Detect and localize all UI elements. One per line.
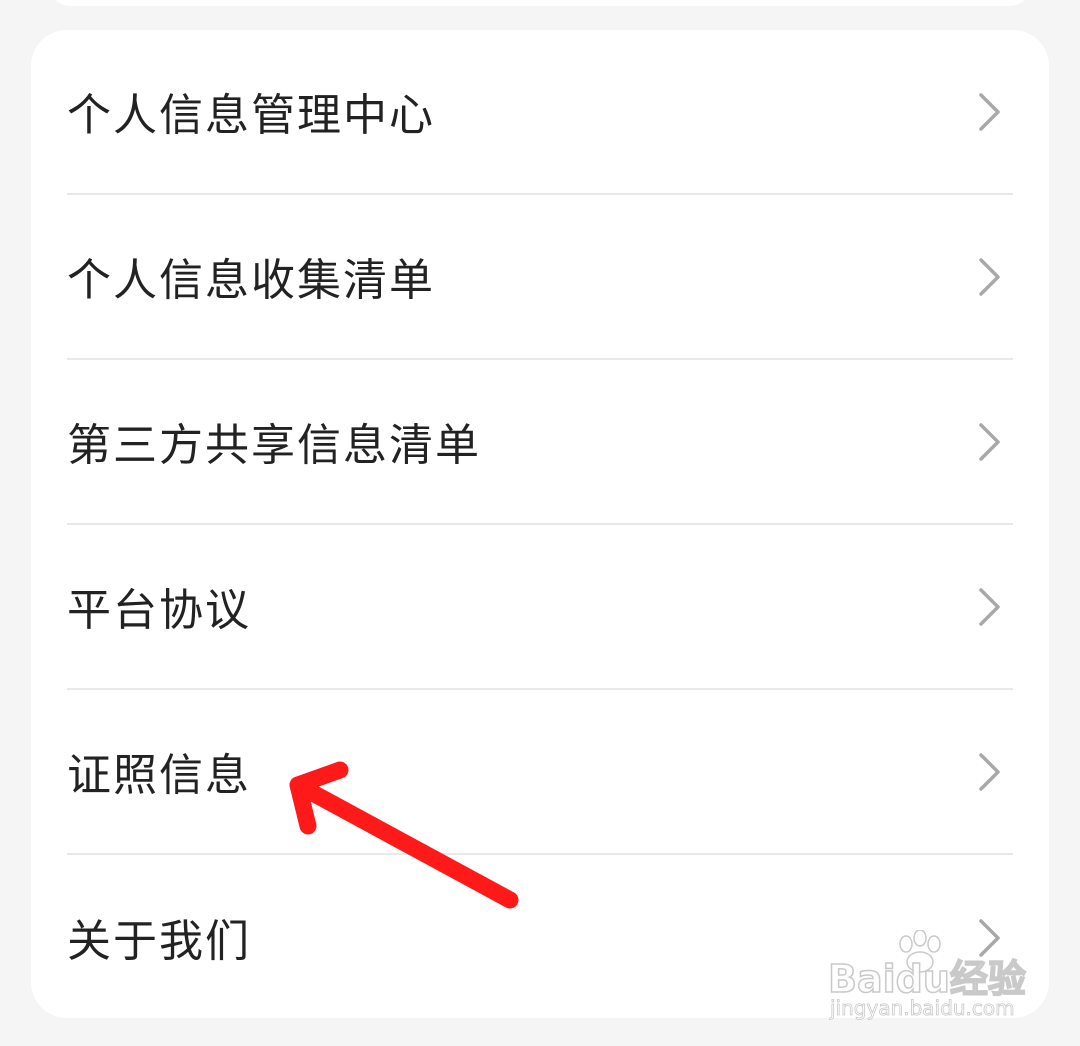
menu-item-about-us[interactable]: 关于我们	[67, 855, 1013, 1020]
menu-item-personal-info-collection-list[interactable]: 个人信息收集清单	[67, 195, 1013, 360]
menu-item-license-info[interactable]: 证照信息	[67, 690, 1013, 855]
previous-section-card	[47, 0, 1033, 6]
menu-item-personal-info-center[interactable]: 个人信息管理中心	[67, 30, 1013, 195]
menu-item-label: 平台协议	[67, 584, 251, 636]
settings-menu-card: 个人信息管理中心 个人信息收集清单 第三方共享信息清单 平台协议 证照信息 关于…	[31, 30, 1049, 1018]
chevron-right-icon	[979, 257, 1000, 296]
chevron-right-icon	[979, 918, 1000, 957]
chevron-right-icon	[979, 752, 1000, 791]
menu-item-label: 个人信息管理中心	[67, 89, 435, 141]
menu-item-label: 证照信息	[67, 749, 251, 801]
menu-item-label: 第三方共享信息清单	[67, 419, 481, 471]
menu-item-platform-agreement[interactable]: 平台协议	[67, 525, 1013, 690]
menu-item-label: 关于我们	[67, 915, 251, 967]
menu-item-third-party-sharing-list[interactable]: 第三方共享信息清单	[67, 360, 1013, 525]
menu-item-label: 个人信息收集清单	[67, 254, 435, 306]
chevron-right-icon	[979, 422, 1000, 461]
chevron-right-icon	[979, 587, 1000, 626]
chevron-right-icon	[979, 92, 1000, 131]
